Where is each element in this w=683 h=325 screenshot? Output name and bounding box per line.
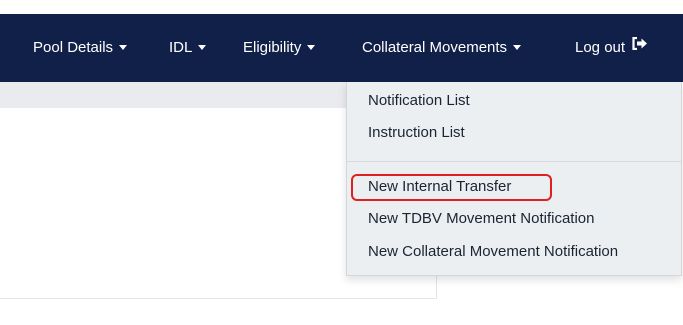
- menu-item-new-collateral-movement-notification[interactable]: New Collateral Movement Notification: [368, 240, 618, 264]
- nav-eligibility-menu[interactable]: Eligibility: [243, 14, 316, 82]
- top-navbar: Pool Details IDL Eligibility Collateral …: [0, 14, 683, 82]
- menu-item-new-tdbv-movement-notification[interactable]: New TDBV Movement Notification: [368, 207, 594, 231]
- menu-item-instruction-list[interactable]: Instruction List: [368, 121, 465, 145]
- caret-down-icon: [119, 44, 128, 50]
- nav-collateral-movements-menu[interactable]: Collateral Movements: [362, 14, 522, 82]
- sign-out-icon: [632, 12, 648, 80]
- menu-item-notification-list[interactable]: Notification List: [368, 89, 470, 113]
- nav-collateral-movements-label: Collateral Movements: [362, 39, 508, 56]
- page-header-band: [0, 82, 346, 108]
- menu-item-new-internal-transfer[interactable]: New Internal Transfer: [368, 175, 511, 199]
- caret-down-icon: [198, 44, 207, 50]
- collateral-movements-dropdown: Notification List Instruction List New I…: [346, 82, 682, 276]
- nav-pool-details-menu[interactable]: Pool Details: [33, 14, 128, 82]
- dropdown-divider: [347, 161, 681, 162]
- caret-down-icon: [513, 44, 522, 50]
- nav-idl-menu[interactable]: IDL: [169, 14, 207, 82]
- nav-eligibility-label: Eligibility: [243, 39, 302, 56]
- nav-pool-details-label: Pool Details: [33, 39, 114, 56]
- nav-idl-label: IDL: [169, 39, 193, 56]
- caret-down-icon: [307, 44, 316, 50]
- logout-link[interactable]: Log out: [575, 14, 648, 82]
- logout-label: Log out: [575, 39, 626, 56]
